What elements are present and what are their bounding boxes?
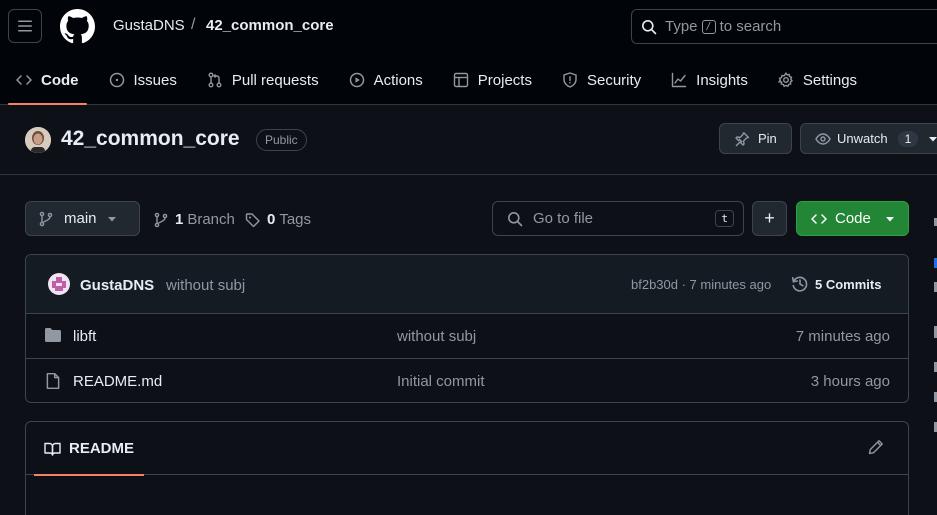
hamburger-icon bbox=[17, 18, 33, 34]
tab-label: Security bbox=[586, 71, 642, 89]
tab-settings[interactable]: Settings bbox=[770, 60, 865, 100]
file-name[interactable]: README.md bbox=[73, 373, 162, 390]
owner-avatar[interactable] bbox=[25, 127, 51, 153]
readme-header: README bbox=[26, 422, 908, 476]
search-input[interactable]: Type / to search bbox=[631, 9, 937, 44]
branch-count: 1 bbox=[175, 211, 184, 228]
file-commit-message[interactable]: Initial commit bbox=[397, 373, 485, 390]
file-icon bbox=[44, 372, 62, 390]
latest-commit-bar: GustaDNS without subj bf2b30d · 7 minute… bbox=[26, 255, 908, 314]
tab-label: Settings bbox=[802, 71, 858, 89]
tab-label: Insights bbox=[696, 71, 748, 89]
eye-icon bbox=[815, 131, 831, 147]
table-row[interactable]: README.md Initial commit 3 hours ago bbox=[26, 359, 908, 402]
table-icon bbox=[453, 72, 469, 88]
tab-label: Issues bbox=[133, 71, 177, 89]
repo-title-bar: 42_common_core Public Pin Unwatch 1 bbox=[0, 105, 937, 175]
breadcrumb-owner[interactable]: GustaDNS bbox=[113, 17, 185, 34]
tab-projects[interactable]: Projects bbox=[445, 60, 540, 100]
branch-name: main bbox=[64, 210, 97, 227]
go-to-file-shortcut: t bbox=[715, 210, 734, 227]
commit-message[interactable]: without subj bbox=[166, 277, 245, 294]
readme-panel: README bbox=[25, 421, 909, 515]
caret-down-icon bbox=[107, 214, 117, 224]
search-icon bbox=[507, 211, 523, 227]
repo-nav-tabs: Code Issues Pull requests Actions Projec… bbox=[0, 60, 879, 105]
book-icon bbox=[44, 441, 61, 457]
global-header: GustaDNS / 42_common_core Type / to sear… bbox=[0, 0, 937, 105]
watch-count: 1 bbox=[897, 130, 919, 147]
tab-issues[interactable]: Issues bbox=[101, 60, 185, 100]
code-icon bbox=[16, 72, 32, 88]
folder-icon bbox=[44, 327, 62, 343]
plus-icon: + bbox=[764, 208, 775, 228]
pull-request-icon bbox=[207, 72, 223, 88]
sidebar-edge-marks bbox=[934, 218, 937, 432]
commit-author[interactable]: GustaDNS bbox=[80, 277, 154, 294]
tab-pull-requests[interactable]: Pull requests bbox=[199, 60, 327, 100]
file-commit-message[interactable]: without subj bbox=[397, 328, 476, 345]
commits-count-label: 5 Commits bbox=[815, 276, 882, 292]
breadcrumb-separator: / bbox=[191, 16, 196, 33]
tab-actions[interactable]: Actions bbox=[341, 60, 431, 100]
code-icon bbox=[811, 211, 827, 227]
gear-icon bbox=[777, 72, 794, 88]
tag-icon bbox=[245, 212, 261, 228]
table-row[interactable]: libft without subj 7 minutes ago bbox=[26, 314, 908, 359]
tab-security[interactable]: Security bbox=[554, 60, 649, 100]
tab-label: Projects bbox=[477, 71, 532, 89]
code-button[interactable]: Code bbox=[796, 201, 909, 236]
tab-label: Pull requests bbox=[231, 71, 319, 89]
pin-icon bbox=[734, 131, 750, 147]
commit-author-avatar[interactable] bbox=[48, 273, 70, 295]
tags-link[interactable]: 0 Tags bbox=[245, 211, 311, 228]
repo-title[interactable]: 42_common_core bbox=[61, 127, 240, 151]
commit-hash-time[interactable]: bf2b30d · 7 minutes ago bbox=[631, 277, 771, 292]
branch-icon bbox=[153, 212, 169, 228]
play-icon bbox=[349, 72, 365, 88]
tab-label: Actions bbox=[373, 71, 423, 89]
file-listing: GustaDNS without subj bf2b30d · 7 minute… bbox=[25, 254, 909, 403]
tag-count: 0 bbox=[267, 211, 276, 228]
history-icon bbox=[791, 275, 809, 293]
search-shortcut-key: / bbox=[701, 19, 716, 34]
add-file-button[interactable]: + bbox=[752, 201, 787, 236]
search-prefix: Type bbox=[665, 18, 698, 35]
tab-insights[interactable]: Insights bbox=[663, 60, 756, 100]
file-name[interactable]: libft bbox=[73, 328, 96, 345]
branch-icon bbox=[38, 211, 54, 227]
caret-down-icon bbox=[885, 214, 895, 224]
file-commit-time: 3 hours ago bbox=[810, 373, 890, 390]
branch-selector[interactable]: main bbox=[25, 201, 140, 236]
go-to-file-placeholder: Go to file bbox=[533, 210, 594, 227]
pin-label: Pin bbox=[758, 131, 777, 146]
branches-link[interactable]: 1 Branch bbox=[153, 211, 235, 228]
commits-history-link[interactable]: 5 Commits bbox=[791, 275, 881, 293]
menu-button[interactable] bbox=[8, 9, 42, 43]
code-button-label: Code bbox=[835, 210, 871, 227]
pencil-icon[interactable] bbox=[868, 439, 884, 455]
tag-label: Tags bbox=[279, 211, 312, 228]
breadcrumb-repo[interactable]: 42_common_core bbox=[206, 17, 334, 34]
unwatch-button[interactable]: Unwatch 1 bbox=[800, 123, 937, 154]
tab-code[interactable]: Code bbox=[8, 60, 87, 105]
github-logo-icon[interactable] bbox=[60, 9, 95, 44]
tab-label: Code bbox=[41, 71, 79, 89]
tab-readme[interactable]: README bbox=[34, 422, 145, 476]
search-icon bbox=[641, 19, 657, 35]
watch-label: Unwatch bbox=[837, 131, 888, 146]
search-suffix: to search bbox=[719, 18, 782, 35]
go-to-file-input[interactable]: Go to file t bbox=[492, 201, 744, 236]
branch-label: Branch bbox=[187, 211, 235, 228]
shield-icon bbox=[562, 72, 578, 88]
issue-icon bbox=[109, 72, 125, 88]
caret-down-icon bbox=[928, 134, 937, 144]
file-commit-time: 7 minutes ago bbox=[795, 328, 890, 345]
visibility-badge: Public bbox=[256, 129, 307, 151]
graph-icon bbox=[671, 72, 687, 88]
readme-tab-label: README bbox=[69, 440, 135, 457]
pin-button[interactable]: Pin bbox=[719, 123, 792, 154]
